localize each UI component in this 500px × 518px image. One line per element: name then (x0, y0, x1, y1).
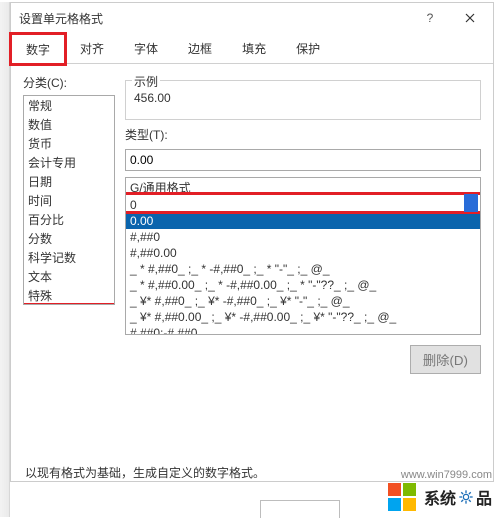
fmt-0[interactable]: 0 (126, 197, 480, 213)
cat-accounting[interactable]: 会计专用 (24, 153, 114, 172)
right-panel: 示例 456.00 类型(T): G/通用格式 0 0.00 #,##0 #,#… (125, 74, 481, 448)
left-panel: 分类(C): 常规 数值 货币 会计专用 日期 时间 百分比 分数 科学记数 文… (23, 74, 115, 448)
type-input[interactable] (125, 149, 481, 171)
sample-box: 示例 456.00 (125, 80, 481, 120)
fmt-acc2[interactable]: _ * #,##0.00_ ;_ * -#,##0.00_ ;_ * "-"??… (126, 277, 480, 293)
format-cells-dialog: 设置单元格格式 ? 数字 对齐 字体 边框 填充 保护 分类(C): 常规 数值… (10, 2, 494, 482)
fmt-neg1[interactable]: #,##0;-#,##0 (126, 325, 480, 335)
delete-button[interactable]: 删除(D) (410, 345, 481, 374)
cat-time[interactable]: 时间 (24, 191, 114, 210)
microsoft-logo-icon (388, 483, 416, 511)
tab-protection[interactable]: 保护 (281, 33, 335, 63)
dialog-body: 分类(C): 常规 数值 货币 会计专用 日期 时间 百分比 分数 科学记数 文… (11, 64, 493, 454)
watermark-url: www.win7999.com (401, 469, 492, 481)
titlebar: 设置单元格格式 ? (11, 3, 493, 33)
fmt-0-00[interactable]: 0.00 (126, 213, 480, 229)
site-name: 系统 品 (424, 485, 492, 509)
close-icon (465, 13, 475, 23)
sample-value: 456.00 (134, 91, 472, 105)
fmt-acc3[interactable]: _ ¥* #,##0_ ;_ ¥* -#,##0_ ;_ ¥* "-"_ ;_ … (126, 293, 480, 309)
cat-currency[interactable]: 货币 (24, 134, 114, 153)
tab-alignment[interactable]: 对齐 (65, 33, 119, 63)
fmt-acc1[interactable]: _ * #,##0_ ;_ * -#,##0_ ;_ * "-"_ ;_ @_ (126, 261, 480, 277)
tab-font[interactable]: 字体 (119, 33, 173, 63)
worksheet-left-edge (0, 2, 10, 517)
tab-fill[interactable]: 填充 (227, 33, 281, 63)
category-label: 分类(C): (23, 74, 115, 91)
dialog-title: 设置单元格格式 (19, 10, 415, 27)
ok-button-cropped[interactable] (260, 500, 340, 518)
type-label: 类型(T): (125, 126, 481, 143)
gear-icon (458, 489, 474, 505)
category-list[interactable]: 常规 数值 货币 会计专用 日期 时间 百分比 分数 科学记数 文本 特殊 自定… (23, 95, 115, 305)
cat-special[interactable]: 特殊 (24, 286, 114, 305)
site-watermark: 系统 品 (388, 483, 492, 511)
cat-fraction[interactable]: 分数 (24, 229, 114, 248)
format-list[interactable]: G/通用格式 0 0.00 #,##0 #,##0.00 _ * #,##0_ … (125, 177, 481, 335)
sample-label: 示例 (132, 73, 160, 90)
window-buttons: ? (415, 6, 485, 30)
site-text-a: 系统 (424, 485, 456, 509)
tab-number[interactable]: 数字 (11, 34, 65, 64)
fmt-thous[interactable]: #,##0 (126, 229, 480, 245)
fmt-thous2[interactable]: #,##0.00 (126, 245, 480, 261)
site-text-b: 品 (476, 485, 492, 509)
close-button[interactable] (455, 6, 485, 30)
tab-border[interactable]: 边框 (173, 33, 227, 63)
cat-number[interactable]: 数值 (24, 115, 114, 134)
cat-text[interactable]: 文本 (24, 267, 114, 286)
fmt-acc4[interactable]: _ ¥* #,##0.00_ ;_ ¥* -#,##0.00_ ;_ ¥* "-… (126, 309, 480, 325)
cat-date[interactable]: 日期 (24, 172, 114, 191)
cat-scientific[interactable]: 科学记数 (24, 248, 114, 267)
fmt-general[interactable]: G/通用格式 (126, 178, 480, 197)
tab-bar: 数字 对齐 字体 边框 填充 保护 (11, 33, 493, 64)
cat-percentage[interactable]: 百分比 (24, 210, 114, 229)
button-row: 删除(D) (125, 341, 481, 374)
help-button[interactable]: ? (415, 6, 445, 30)
cat-general[interactable]: 常规 (24, 96, 114, 115)
